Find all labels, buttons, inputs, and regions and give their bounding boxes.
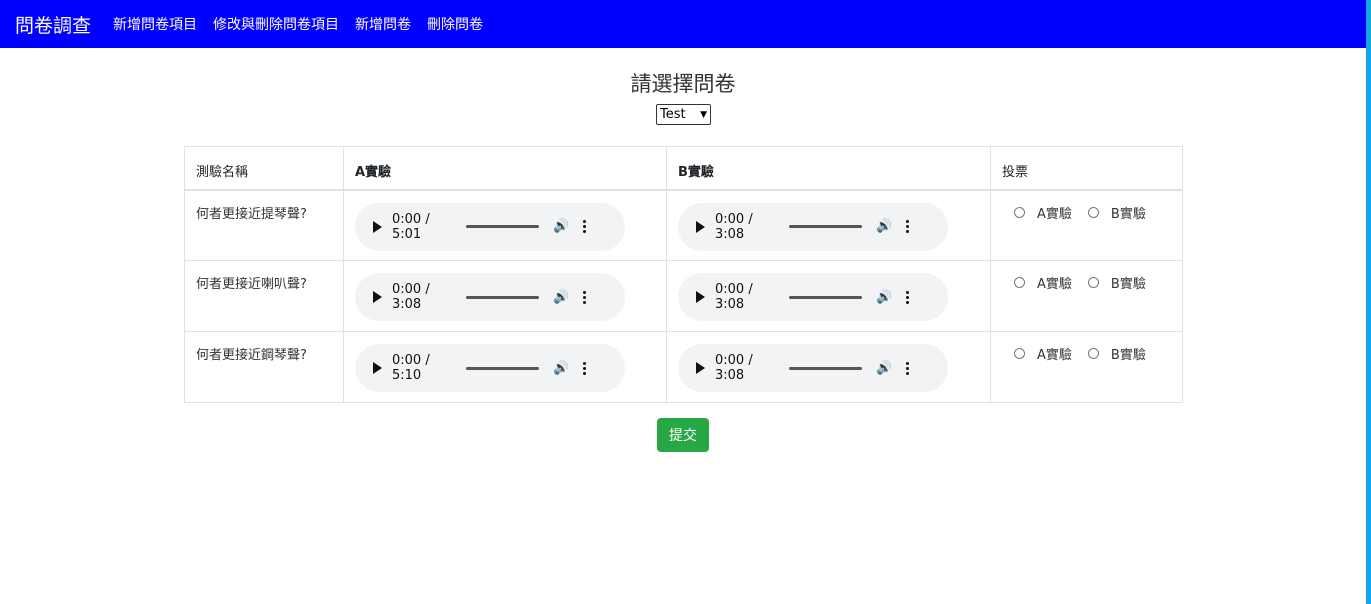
audio-a-cell: 0:00 / 3:08 🔊	[343, 260, 667, 332]
header-vote: 投票	[990, 146, 1183, 191]
question-cell: 何者更接近鋼琴聲?	[184, 331, 344, 403]
audio-time: 0:00 / 3:08	[392, 282, 430, 312]
volume-icon[interactable]: 🔊	[876, 290, 892, 305]
more-options-icon[interactable]	[906, 361, 910, 375]
volume-icon[interactable]: 🔊	[876, 361, 892, 376]
audio-a-cell: 0:00 / 5:10 🔊	[343, 331, 667, 403]
more-options-icon[interactable]	[583, 220, 587, 233]
seek-bar[interactable]	[466, 225, 539, 228]
seek-bar[interactable]	[466, 295, 539, 299]
seek-bar[interactable]	[789, 225, 862, 228]
play-icon[interactable]	[696, 220, 705, 233]
audio-player[interactable]: 0:00 / 3:08 🔊	[678, 344, 948, 392]
nav-edit-delete-item[interactable]: 修改與刪除問卷項目	[213, 14, 339, 34]
audio-player[interactable]: 0:00 / 3:08 🔊	[678, 202, 948, 251]
audio-time: 0:00 / 5:10	[392, 353, 430, 383]
audio-b-cell: 0:00 / 3:08 🔊	[666, 331, 991, 403]
radio-b[interactable]	[1087, 277, 1099, 288]
question-cell: 何者更接近喇叭聲?	[184, 260, 344, 332]
volume-icon[interactable]: 🔊	[553, 361, 569, 376]
submit-button[interactable]: 提交	[657, 418, 709, 452]
more-options-icon[interactable]	[906, 290, 910, 304]
radio-a-label[interactable]: A實驗	[1037, 273, 1072, 292]
play-icon[interactable]	[373, 291, 382, 303]
seek-bar[interactable]	[466, 366, 539, 370]
vote-cell: A實驗 B實驗	[990, 331, 1183, 403]
radio-a[interactable]	[1014, 348, 1025, 359]
question-cell: 何者更接近提琴聲?	[184, 189, 344, 261]
navbar: 問卷調查 新增問卷項目 修改與刪除問卷項目 新增問卷 刪除問卷	[0, 0, 1366, 48]
audio-player[interactable]: 0:00 / 3:08 🔊	[678, 273, 948, 321]
page-title: 請選擇問卷	[630, 72, 736, 96]
header-test-name: 測驗名稱	[184, 146, 344, 191]
audio-time: 0:00 / 3:08	[715, 353, 753, 383]
audio-b-cell: 0:00 / 3:08 🔊	[666, 260, 991, 332]
vote-cell: A實驗 B實驗	[990, 189, 1183, 261]
play-icon[interactable]	[373, 362, 382, 374]
header-b: B實驗	[666, 146, 991, 191]
audio-player[interactable]: 0:00 / 5:01 🔊	[355, 202, 625, 251]
survey-table: 測驗名稱 A實驗 B實驗 投票 何者更接近提琴聲? 0:00 / 5:01 🔊 …	[184, 146, 1183, 403]
seek-bar[interactable]	[789, 295, 862, 299]
survey-select[interactable]: Test ▼	[656, 104, 711, 125]
audio-time: 0:00 / 3:08	[715, 211, 753, 242]
more-options-icon[interactable]	[583, 361, 587, 375]
radio-b[interactable]	[1087, 348, 1099, 359]
play-icon[interactable]	[696, 291, 705, 303]
seek-bar[interactable]	[789, 366, 862, 370]
audio-time: 0:00 / 5:01	[392, 211, 430, 242]
header-a: A實驗	[343, 146, 667, 191]
table-row: 何者更接近提琴聲? 0:00 / 5:01 🔊 0:00 / 3:08 🔊 A實…	[184, 189, 1183, 261]
table-header-row: 測驗名稱 A實驗 B實驗 投票	[184, 146, 1183, 191]
audio-a-cell: 0:00 / 5:01 🔊	[343, 189, 667, 261]
radio-b-label[interactable]: B實驗	[1111, 273, 1146, 292]
survey-select-value: Test	[660, 107, 686, 122]
play-icon[interactable]	[696, 362, 705, 374]
play-icon[interactable]	[373, 220, 382, 233]
audio-time: 0:00 / 3:08	[715, 282, 753, 312]
radio-b-label[interactable]: B實驗	[1111, 344, 1146, 363]
volume-icon[interactable]: 🔊	[553, 290, 569, 305]
nav-add-item[interactable]: 新增問卷項目	[113, 14, 197, 34]
nav-add-survey[interactable]: 新增問卷	[355, 14, 411, 34]
radio-a[interactable]	[1014, 206, 1025, 218]
radio-b[interactable]	[1087, 206, 1099, 218]
more-options-icon[interactable]	[583, 290, 587, 304]
radio-a-label[interactable]: A實驗	[1037, 344, 1072, 363]
volume-icon[interactable]: 🔊	[553, 219, 569, 234]
nav-delete-survey[interactable]: 刪除問卷	[427, 14, 483, 34]
chevron-down-icon: ▼	[700, 109, 707, 120]
table-row: 何者更接近喇叭聲? 0:00 / 3:08 🔊 0:00 / 3:08 🔊 A實…	[184, 260, 1183, 332]
audio-b-cell: 0:00 / 3:08 🔊	[666, 189, 991, 261]
window-edge	[1366, 0, 1371, 604]
more-options-icon[interactable]	[906, 220, 910, 233]
radio-a[interactable]	[1014, 277, 1025, 288]
brand-title[interactable]: 問卷調查	[15, 11, 91, 38]
audio-player[interactable]: 0:00 / 3:08 🔊	[355, 273, 625, 321]
radio-b-label[interactable]: B實驗	[1111, 203, 1146, 222]
table-row: 何者更接近鋼琴聲? 0:00 / 5:10 🔊 0:00 / 3:08 🔊 A實…	[184, 331, 1183, 403]
vote-cell: A實驗 B實驗	[990, 260, 1183, 332]
audio-player[interactable]: 0:00 / 5:10 🔊	[355, 344, 625, 392]
radio-a-label[interactable]: A實驗	[1037, 203, 1072, 222]
volume-icon[interactable]: 🔊	[876, 219, 892, 234]
